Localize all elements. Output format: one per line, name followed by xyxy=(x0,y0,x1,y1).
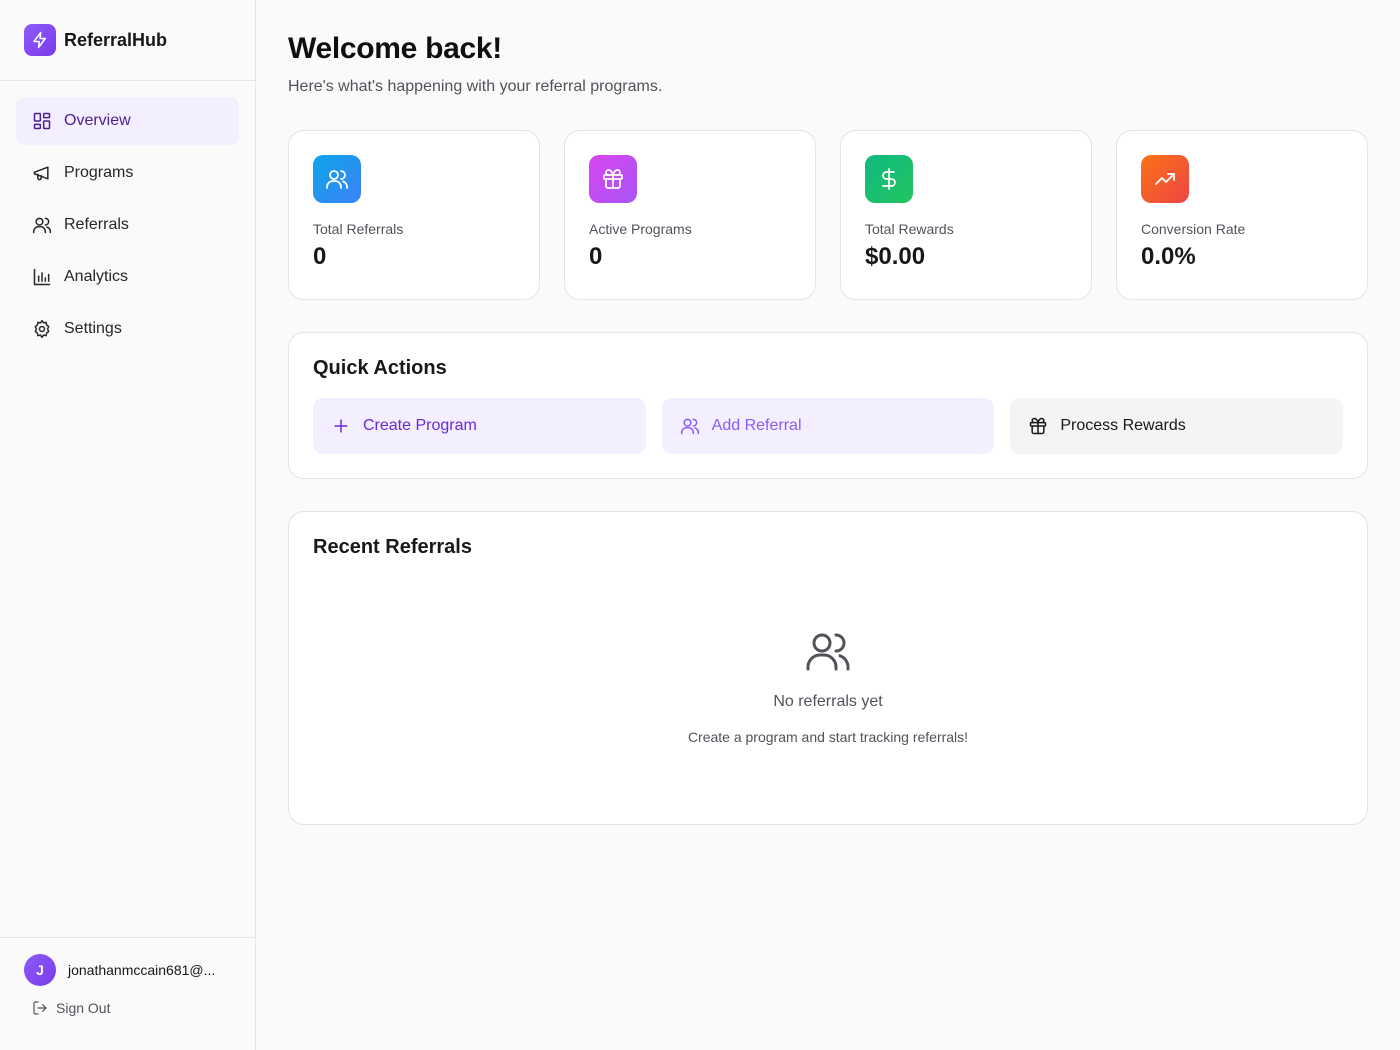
add-referral-label: Add Referral xyxy=(711,417,802,434)
stat-label: Conversion Rate xyxy=(1141,221,1246,237)
stat-card-active-programs: Active Programs 0 xyxy=(564,130,816,300)
stat-card-total-rewards: Total Rewards $0.00 xyxy=(840,130,1092,300)
dollar-icon xyxy=(865,155,913,203)
user-profile[interactable]: J jonathanmccain681@... xyxy=(24,954,231,986)
sidebar-item-analytics[interactable]: Analytics xyxy=(16,253,239,301)
stat-label: Total Referrals xyxy=(313,221,404,237)
dashboard-icon xyxy=(33,112,51,130)
stat-value: 0 xyxy=(313,243,327,270)
add-referral-button[interactable]: Add Referral xyxy=(661,398,995,454)
avatar: J xyxy=(24,954,56,986)
stat-card-conversion-rate: Conversion Rate 0.0% xyxy=(1116,130,1368,300)
stat-value: $0.00 xyxy=(865,243,926,270)
quick-actions-title: Quick Actions xyxy=(313,357,447,379)
sidebar-item-label: Referrals xyxy=(64,216,129,233)
megaphone-icon xyxy=(33,166,49,181)
sidebar-nav: Overview Programs Referrals Analytics Se… xyxy=(0,81,255,369)
sidebar-item-overview[interactable]: Overview xyxy=(16,97,239,145)
main-content: Welcome back! Here's what's happening wi… xyxy=(256,0,1400,1050)
stat-value: 0 xyxy=(589,243,603,270)
create-program-button[interactable]: Create Program xyxy=(313,398,646,454)
bar-chart-icon xyxy=(33,268,51,286)
empty-state-title: No referrals yet xyxy=(773,693,883,710)
users-icon xyxy=(806,633,850,671)
sidebar-item-programs[interactable]: Programs xyxy=(16,149,239,197)
quick-actions-row: Create Program Add Referral Process Rewa… xyxy=(313,398,1344,454)
users-icon xyxy=(313,155,361,203)
users-icon xyxy=(32,217,52,234)
sidebar-footer: J jonathanmccain681@... Sign Out xyxy=(0,937,255,1050)
sign-out-button[interactable]: Sign Out xyxy=(24,1000,231,1016)
gift-icon xyxy=(1030,417,1047,435)
sidebar-item-referrals[interactable]: Referrals xyxy=(16,201,239,249)
lightning-icon xyxy=(24,24,56,56)
sidebar-item-label: Settings xyxy=(64,320,122,337)
empty-state-subtitle: Create a program and start tracking refe… xyxy=(687,729,969,745)
recent-referrals-title: Recent Referrals xyxy=(313,536,472,558)
sidebar-item-settings[interactable]: Settings xyxy=(16,305,239,353)
quick-actions-panel: Quick Actions Create Program Add Referra… xyxy=(288,332,1368,479)
process-rewards-label: Process Rewards xyxy=(1060,417,1186,434)
stat-label: Total Rewards xyxy=(865,221,954,237)
app-root: ReferralHub Overview Programs Referrals … xyxy=(0,0,1400,1050)
brand-name: ReferralHub xyxy=(64,29,168,50)
page-subtitle: Here's what's happening with your referr… xyxy=(288,78,663,95)
users-icon xyxy=(680,418,699,435)
brand[interactable]: ReferralHub xyxy=(0,0,255,81)
sign-out-label: Sign Out xyxy=(56,1000,111,1016)
sidebar: ReferralHub Overview Programs Referrals … xyxy=(0,0,256,1050)
recent-referrals-panel: Recent Referrals No referrals yet Create… xyxy=(288,511,1368,825)
stat-value: 0.0% xyxy=(1141,243,1196,270)
logout-icon xyxy=(33,1001,47,1015)
plus-icon xyxy=(334,419,348,433)
stat-card-total-referrals: Total Referrals 0 xyxy=(288,130,540,300)
user-email: jonathanmccain681@... xyxy=(68,962,216,978)
gear-icon xyxy=(34,319,50,339)
create-program-label: Create Program xyxy=(363,417,477,434)
process-rewards-button[interactable]: Process Rewards xyxy=(1010,398,1344,454)
stats-row: Total Referrals 0 Active Programs 0 Tota… xyxy=(288,130,1368,300)
gift-icon xyxy=(589,155,637,203)
sidebar-item-label: Overview xyxy=(64,112,131,129)
empty-state: No referrals yet Create a program and st… xyxy=(313,627,1343,745)
stat-label: Active Programs xyxy=(589,221,692,237)
trending-up-icon xyxy=(1141,155,1189,203)
sidebar-item-label: Programs xyxy=(64,164,134,181)
sidebar-item-label: Analytics xyxy=(64,268,129,285)
page-title: Welcome back! xyxy=(288,32,502,65)
